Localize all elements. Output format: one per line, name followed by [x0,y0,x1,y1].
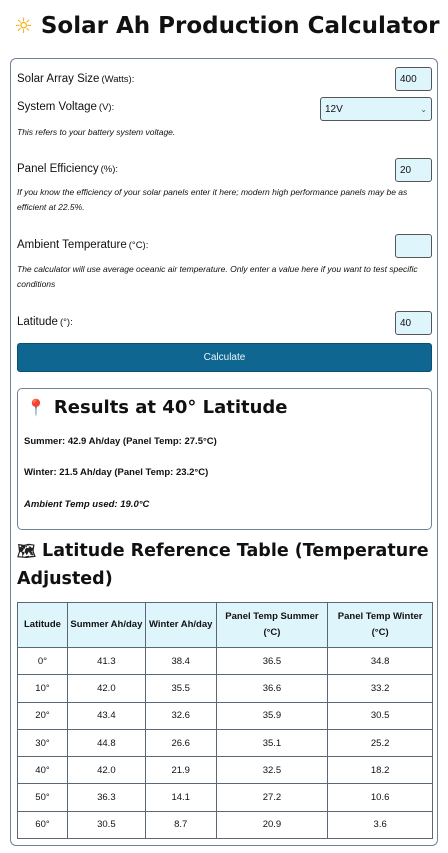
col-header: Panel Temp Summer (°C) [215,602,329,648]
table-cell: 30.5 [66,810,146,840]
col-header: Winter Ah/day [144,602,217,648]
pin-icon: 📍 [26,398,46,417]
voltage-row: System Voltage (V): 12V ⌄ This refers to … [17,97,432,137]
table-row: 10° 42.0 35.5 36.6 33.2 [17,674,433,703]
reference-table: Latitude Summer Ah/day Winter Ah/day Pan… [17,602,433,840]
table-cell: 41.3 [66,646,146,676]
table-cell: 35.1 [215,728,329,758]
winter-result: Winter: 21.5 Ah/day (Panel Temp: 23.2°C) [24,467,209,478]
results-box: 📍 Results at 40° Latitude Summer: 42.9 A… [17,388,432,530]
table-cell: 42.0 [66,674,146,703]
table-row: 0° 41.3 38.4 36.5 34.8 [17,646,433,676]
reference-title: 🗺 Latitude Reference Table (Temperature A… [17,537,432,593]
table-cell: 27.2 [215,783,329,812]
page-title: ☼ Solar Ah Production Calculator [14,10,440,42]
array-size-label: Solar Array Size (Watts): [17,73,135,85]
table-cell: 3.6 [327,810,433,840]
reference-title-text: Latitude Reference Table (Temperature Ad… [17,541,429,589]
table-cell: 36.6 [215,674,329,703]
table-cell: 32.5 [215,756,329,785]
table-cell: 10° [17,674,68,703]
table-row: 60° 30.5 8.7 20.9 3.6 [17,810,433,840]
table-cell: 34.8 [327,646,433,676]
table-cell: 38.4 [144,646,217,676]
ambient-note: The calculator will use average oceanic … [17,264,418,289]
results-title: 📍 Results at 40° Latitude [26,397,288,418]
table-cell: 20° [17,701,68,730]
table-row: 30° 44.8 26.6 35.1 25.2 [17,728,433,758]
array-size-input[interactable] [395,67,432,91]
table-row: 50° 36.3 14.1 27.2 10.6 [17,783,433,812]
table-cell: 33.2 [327,674,433,703]
table-cell: 43.4 [66,701,146,730]
globe-icon: 🗺 [17,542,37,560]
table-cell: 20.9 [215,810,329,840]
efficiency-note: If you know the efficiency of your solar… [17,187,408,212]
voltage-select[interactable]: 12V ⌄ [320,97,432,121]
chevron-down-icon: ⌄ [420,104,427,114]
table-cell: 42.0 [66,756,146,785]
col-header: Summer Ah/day [66,602,146,648]
results-title-text: Results at 40° Latitude [53,397,288,418]
summer-result: Summer: 42.9 Ah/day (Panel Temp: 27.5°C) [24,436,217,447]
sun-icon: ☼ [14,14,33,38]
table-cell: 35.5 [144,674,217,703]
table-cell: 60° [17,810,68,840]
latitude-label: Latitude (°): [17,316,73,328]
table-cell: 36.3 [66,783,146,812]
table-cell: 8.7 [144,810,217,840]
table-cell: 10.6 [327,783,433,812]
table-cell: 40° [17,756,68,785]
table-cell: 0° [17,646,68,676]
table-cell: 32.6 [144,701,217,730]
voltage-note: This refers to your battery system volta… [17,127,176,137]
ambient-row: Ambient Temperature (°C): The calculator … [17,234,432,289]
table-row: 40° 42.0 21.9 32.5 18.2 [17,756,433,785]
table-cell: 21.9 [144,756,217,785]
table-cell: 30° [17,728,68,758]
table-cell: 26.6 [144,728,217,758]
col-header: Latitude [17,602,68,648]
table-cell: 25.2 [327,728,433,758]
voltage-label: System Voltage (V): [17,101,115,113]
ambient-label: Ambient Temperature (°C): [17,239,149,251]
efficiency-row: Panel Efficiency(%): If you know the eff… [17,158,432,212]
table-cell: 35.9 [215,701,329,730]
table-cell: 50° [17,783,68,812]
table-header-row: Latitude Summer Ah/day Winter Ah/day Pan… [17,602,433,648]
array-size-row: Solar Array Size (Watts): [17,67,432,95]
table-cell: 14.1 [144,783,217,812]
table-cell: 30.5 [327,701,433,730]
page-title-text: Solar Ah Production Calculator [40,13,440,39]
table-cell: 36.5 [215,646,329,676]
voltage-select-value: 12V [325,103,343,115]
efficiency-input[interactable] [395,158,432,182]
ambient-input[interactable] [395,234,432,258]
latitude-row: Latitude (°): [17,311,432,337]
calculate-button[interactable]: Calculate [17,343,432,372]
calculator-panel: Solar Array Size(Watts): System Voltage(… [10,58,438,846]
latitude-input[interactable] [395,311,432,335]
table-cell: 44.8 [66,728,146,758]
table-row: 20° 43.4 32.6 35.9 30.5 [17,701,433,730]
ambient-result: Ambient Temp used: 19.0°C [24,499,150,510]
table-cell: 18.2 [327,756,433,785]
col-header: Panel Temp Winter (°C) [327,602,433,648]
efficiency-label: Panel Efficiency (%): [17,163,119,175]
